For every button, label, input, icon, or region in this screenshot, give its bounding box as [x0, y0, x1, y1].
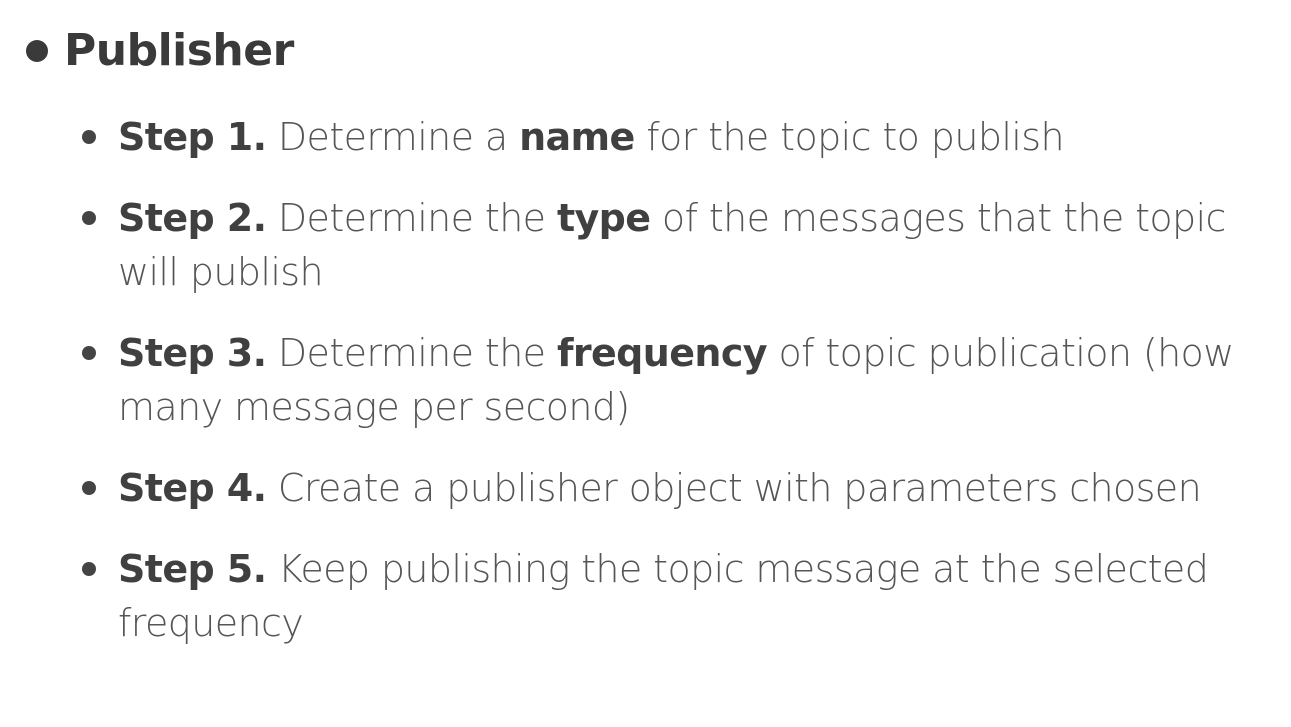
step-item-3: Step 3. Determine the frequency of topic… — [78, 326, 1268, 434]
slide-heading: Publisher — [64, 25, 294, 76]
step-text-pre: Keep publishing the topic message at the… — [118, 547, 1209, 645]
step-keyword: type — [556, 196, 651, 240]
step-label: Step 4. — [118, 466, 267, 510]
step-text-pre: Determine the — [266, 196, 557, 240]
step-item-2: Step 2. Determine the type of the messag… — [78, 191, 1268, 299]
step-label: Step 1. — [118, 115, 267, 159]
step-keyword: name — [519, 115, 635, 159]
steps-list: Step 1. Determine a name for the topic t… — [78, 110, 1268, 650]
bullet-icon — [82, 481, 96, 495]
step-item-5: Step 5. Keep publishing the topic messag… — [78, 542, 1268, 650]
heading-row: Publisher — [26, 20, 294, 82]
step-text-post: for the topic to publish — [634, 115, 1064, 159]
step-label: Step 5. — [118, 547, 267, 591]
step-item-4: Step 4. Create a publisher object with p… — [78, 461, 1268, 515]
step-item-1: Step 1. Determine a name for the topic t… — [78, 110, 1268, 164]
step-text-pre: Determine the — [266, 331, 557, 375]
bullet-icon — [82, 130, 96, 144]
bullet-icon — [82, 211, 96, 225]
step-label: Step 2. — [118, 196, 267, 240]
bullet-icon — [82, 346, 96, 360]
step-keyword: frequency — [556, 331, 768, 375]
bullet-icon — [82, 562, 96, 576]
heading-bullet-icon — [26, 40, 48, 62]
slide: Publisher Step 1. Determine a name for t… — [0, 0, 1291, 727]
step-text-pre: Create a publisher object with parameter… — [266, 466, 1202, 510]
step-label: Step 3. — [118, 331, 267, 375]
step-text-pre: Determine a — [266, 115, 520, 159]
